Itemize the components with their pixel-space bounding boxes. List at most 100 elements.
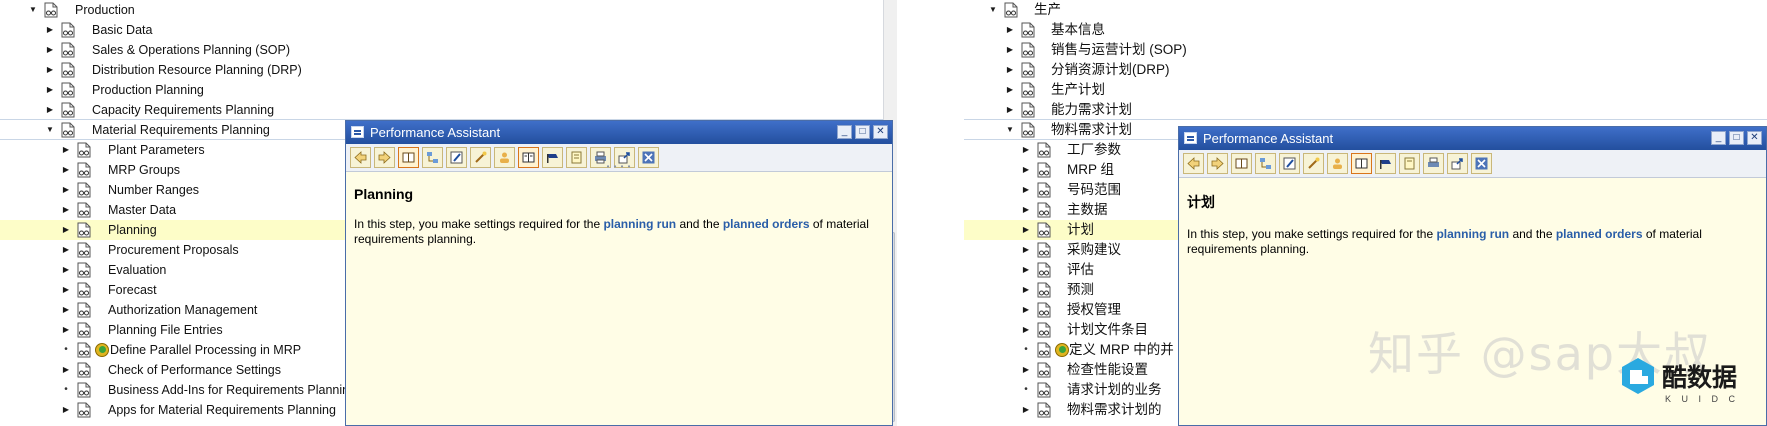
tree-node[interactable]: ▶ 能力需求计划	[964, 100, 1767, 120]
edit-button[interactable]	[446, 147, 467, 168]
document-glasses-icon[interactable]	[1037, 322, 1051, 338]
forward-button[interactable]	[1207, 153, 1228, 174]
document-glasses-icon[interactable]	[1037, 382, 1051, 398]
expand-arrow-icon[interactable]: ▶	[1021, 140, 1031, 160]
print-button[interactable]	[1423, 153, 1444, 174]
tree-node[interactable]: ▶ Production Planning	[0, 80, 897, 100]
tree-node[interactable]: ▶ 销售与运营计划 (SOP)	[964, 40, 1767, 60]
document-glasses-icon[interactable]	[77, 162, 91, 178]
expand-arrow-icon[interactable]: ▶	[1021, 360, 1031, 380]
document-glasses-icon[interactable]	[1037, 362, 1051, 378]
document-glasses-icon[interactable]	[1037, 262, 1051, 278]
expand-arrow-icon[interactable]: ▶	[1021, 160, 1031, 180]
document-glasses-icon[interactable]	[61, 82, 75, 98]
structure-button[interactable]	[422, 147, 443, 168]
document-glasses-icon[interactable]	[77, 262, 91, 278]
expand-arrow-icon[interactable]: ▶	[61, 240, 71, 260]
document-glasses-icon[interactable]	[1037, 342, 1051, 358]
flag-button[interactable]	[1375, 153, 1396, 174]
expand-arrow-icon[interactable]: ▶	[1005, 80, 1015, 100]
close-button[interactable]: ✕	[1747, 131, 1762, 145]
toolbar-grip[interactable]: • • • •	[607, 163, 632, 171]
expand-arrow-icon[interactable]: ▶	[61, 300, 71, 320]
document-glasses-icon[interactable]	[77, 402, 91, 418]
expand-arrow-icon[interactable]: ▶	[61, 140, 71, 160]
document-glasses-icon[interactable]	[1021, 62, 1035, 78]
document-glasses-icon[interactable]	[1021, 122, 1035, 138]
planning-run-link[interactable]: planning run	[1436, 227, 1509, 241]
document-glasses-icon[interactable]	[77, 242, 91, 258]
expand-arrow-icon[interactable]: ▶	[61, 180, 71, 200]
planning-run-link[interactable]: planning run	[603, 217, 676, 231]
expand-arrow-icon[interactable]: ▶	[61, 260, 71, 280]
tree-node[interactable]: ▶ 生产计划	[964, 80, 1767, 100]
document-glasses-icon[interactable]	[77, 142, 91, 158]
expand-arrow-icon[interactable]: ▶	[1005, 20, 1015, 40]
document-glasses-icon[interactable]	[61, 62, 75, 78]
document-glasses-icon[interactable]	[77, 302, 91, 318]
edit-button[interactable]	[1279, 153, 1300, 174]
expand-arrow-icon[interactable]: ▶	[61, 320, 71, 340]
tree-node[interactable]: ▼ Production	[0, 0, 897, 20]
performance-assistant-window[interactable]: Performance Assistant _ □ ✕ • • • • Plan…	[345, 120, 893, 426]
document-glasses-icon[interactable]	[1037, 282, 1051, 298]
forward-button[interactable]	[374, 147, 395, 168]
expand-arrow-icon[interactable]: ▶	[1021, 240, 1031, 260]
tree-node[interactable]: ▶ Distribution Resource Planning (DRP)	[0, 60, 897, 80]
tree-node[interactable]: ▶ 基本信息	[964, 20, 1767, 40]
close-pa-button[interactable]	[1471, 153, 1492, 174]
export-button[interactable]	[1447, 153, 1468, 174]
expand-arrow-icon[interactable]: ▶	[61, 400, 71, 420]
document-glasses-icon[interactable]	[1037, 202, 1051, 218]
expand-arrow-icon[interactable]: ▶	[1021, 280, 1031, 300]
close-button[interactable]: ✕	[873, 125, 888, 139]
book-open-button[interactable]	[1351, 153, 1372, 174]
expand-arrow-icon[interactable]: ▶	[61, 200, 71, 220]
expand-arrow-icon[interactable]: ▶	[1021, 260, 1031, 280]
document-glasses-icon[interactable]	[1037, 222, 1051, 238]
document-glasses-icon[interactable]	[1021, 22, 1035, 38]
collapse-arrow-icon[interactable]: ▼	[1005, 120, 1015, 140]
document-glasses-icon[interactable]	[77, 202, 91, 218]
tree-node[interactable]: ▼ 生产	[964, 0, 1767, 20]
planned-orders-link[interactable]: planned orders	[723, 217, 810, 231]
tree-node[interactable]: ▶ 分销资源计划(DRP)	[964, 60, 1767, 80]
expand-arrow-icon[interactable]: ▶	[61, 360, 71, 380]
document-glasses-icon[interactable]	[1021, 102, 1035, 118]
notes-button[interactable]	[566, 147, 587, 168]
collapse-arrow-icon[interactable]: ▼	[28, 0, 38, 20]
expand-arrow-icon[interactable]: ▶	[45, 80, 55, 100]
tree-node[interactable]: ▶ Sales & Operations Planning (SOP)	[0, 40, 897, 60]
expand-arrow-icon[interactable]: ▶	[1021, 320, 1031, 340]
document-glasses-icon[interactable]	[1021, 42, 1035, 58]
expand-arrow-icon[interactable]: ▶	[1005, 60, 1015, 80]
document-glasses-icon[interactable]	[1037, 402, 1051, 418]
document-glasses-icon[interactable]	[61, 122, 75, 138]
execute-activity-icon[interactable]	[95, 343, 109, 357]
expand-arrow-icon[interactable]: ▶	[1021, 220, 1031, 240]
expand-arrow-icon[interactable]: ▶	[45, 20, 55, 40]
person-button[interactable]	[494, 147, 515, 168]
document-glasses-icon[interactable]	[61, 22, 75, 38]
maximize-button[interactable]: □	[1729, 131, 1744, 145]
execute-activity-icon[interactable]	[1055, 343, 1069, 357]
expand-arrow-icon[interactable]: ▶	[61, 220, 71, 240]
book-button[interactable]	[1231, 153, 1252, 174]
document-glasses-icon[interactable]	[77, 322, 91, 338]
document-glasses-icon[interactable]	[77, 282, 91, 298]
document-glasses-icon[interactable]	[1037, 182, 1051, 198]
minimize-button[interactable]: _	[1711, 131, 1726, 145]
expand-arrow-icon[interactable]: ▶	[1021, 400, 1031, 420]
expand-arrow-icon[interactable]: ▶	[1021, 300, 1031, 320]
person-button[interactable]	[1327, 153, 1348, 174]
pa-title-bar[interactable]: Performance Assistant _ □ ✕	[1179, 127, 1766, 150]
document-glasses-icon[interactable]	[61, 102, 75, 118]
document-glasses-icon[interactable]	[1037, 162, 1051, 178]
tools-button[interactable]	[470, 147, 491, 168]
document-glasses-icon[interactable]	[1021, 82, 1035, 98]
document-glasses-icon[interactable]	[1037, 142, 1051, 158]
expand-arrow-icon[interactable]: ▶	[1005, 100, 1015, 120]
expand-arrow-icon[interactable]: ▶	[1021, 200, 1031, 220]
collapse-arrow-icon[interactable]: ▼	[45, 120, 55, 140]
maximize-button[interactable]: □	[855, 125, 870, 139]
